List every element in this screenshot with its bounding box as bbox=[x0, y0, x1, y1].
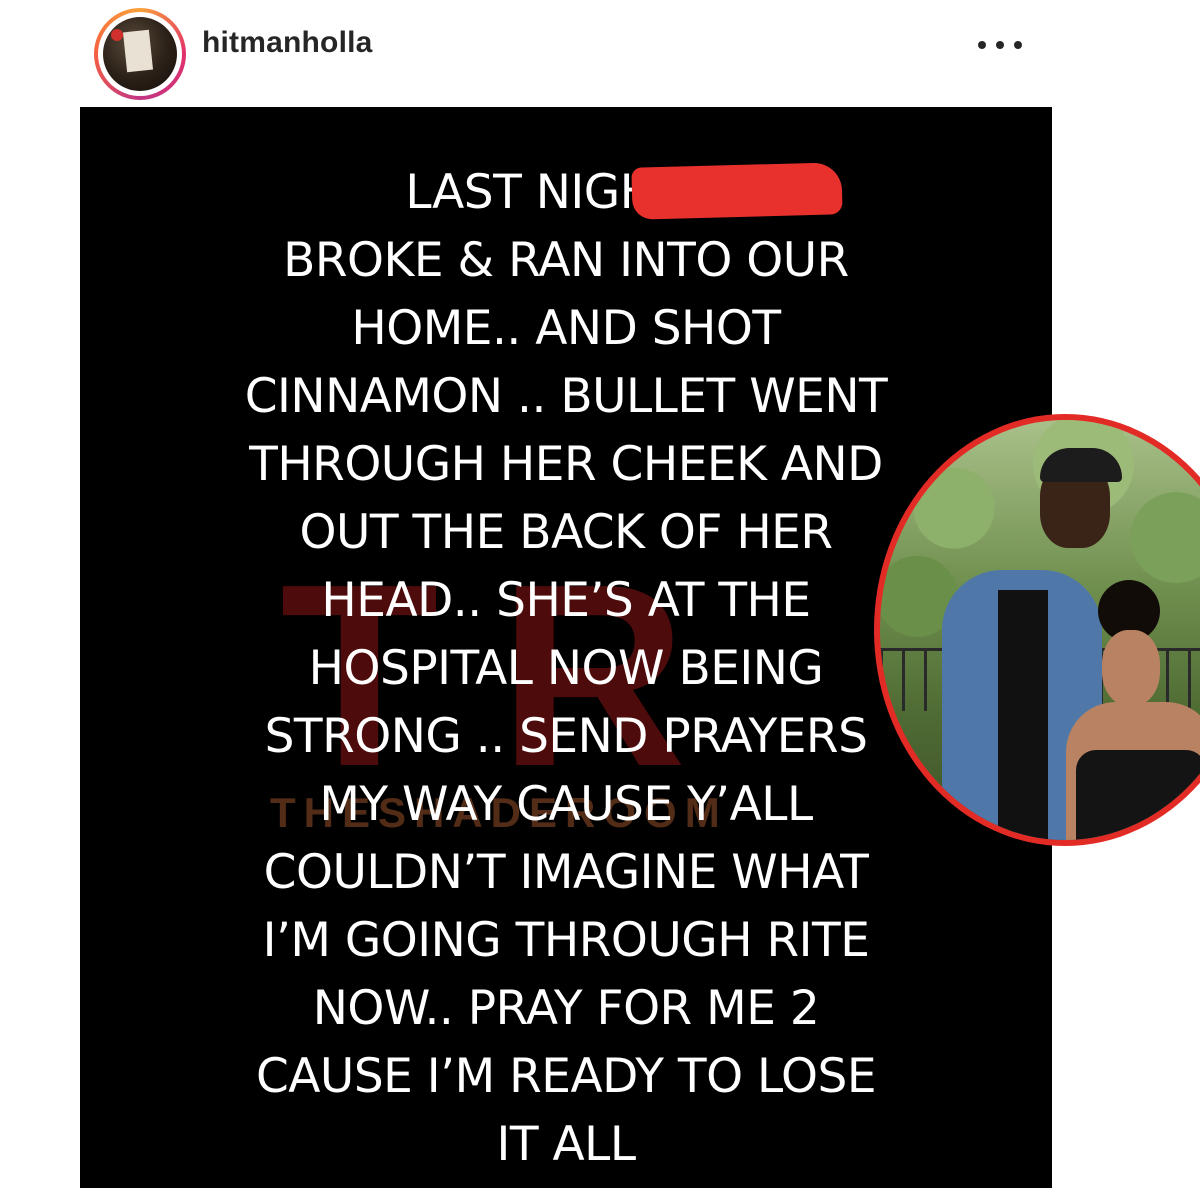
avatar-frame bbox=[98, 12, 182, 96]
story-line: NOW.. PRAY FOR ME 2 bbox=[312, 981, 820, 1036]
redaction-mark bbox=[631, 162, 843, 220]
ellipsis-icon[interactable] bbox=[978, 30, 1022, 60]
story-line: CAUSE I’M READY TO LOSE bbox=[255, 1049, 877, 1104]
man-shirt bbox=[998, 590, 1048, 840]
story-line: I’M GOING THROUGH RITE bbox=[262, 913, 870, 968]
story-line: LAST NIGHT 4 bbox=[405, 165, 727, 220]
avatar[interactable] bbox=[103, 17, 177, 91]
avatar-paper-shape bbox=[122, 29, 154, 73]
ellipsis-dot bbox=[978, 41, 986, 49]
ellipsis-dot bbox=[996, 41, 1004, 49]
woman-top bbox=[1076, 750, 1200, 840]
man-cap bbox=[1040, 448, 1122, 482]
story-line: COULDN’T IMAGINE WHAT bbox=[263, 845, 869, 900]
ellipsis-dot bbox=[1014, 41, 1022, 49]
post-header: hitmanholla bbox=[0, 0, 1200, 100]
story-line: HOME.. AND SHOT bbox=[351, 301, 781, 356]
avatar-red-dot bbox=[111, 29, 123, 41]
story-line: MY WAY CAUSE Y’ALL bbox=[319, 777, 813, 832]
story-line: BROKE & RAN INTO OUR bbox=[283, 233, 849, 288]
woman-face bbox=[1102, 630, 1160, 706]
username[interactable]: hitmanholla bbox=[202, 26, 373, 60]
story-ring[interactable] bbox=[94, 8, 186, 100]
story-line: IT ALL bbox=[496, 1117, 636, 1172]
